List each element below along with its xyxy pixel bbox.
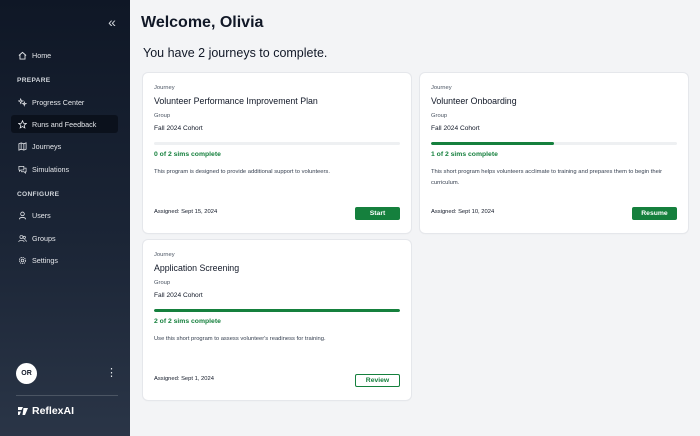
group-name: Fall 2024 Cohort <box>431 125 480 132</box>
sidebar-item-home[interactable]: Home <box>11 46 118 64</box>
group-label: Group <box>154 280 171 286</box>
sidebar-item-label: Progress Center <box>32 97 85 107</box>
group-label: Group <box>154 113 171 119</box>
start-button[interactable]: Start <box>355 207 400 220</box>
star-icon <box>17 119 27 129</box>
journey-description: Use this short program to assess volunte… <box>154 336 326 342</box>
progress-bar <box>154 142 400 145</box>
journey-card: Journey Application Screening Group Fall… <box>143 240 411 400</box>
group-name: Fall 2024 Cohort <box>154 125 203 132</box>
reflexai-logo: ReflexAI <box>17 405 74 417</box>
sidebar: « Home PREPARE Progress Center Runs and … <box>0 0 130 436</box>
page-subtitle: You have 2 journeys to complete. <box>143 46 328 60</box>
collapse-sidebar-icon[interactable]: « <box>104 14 120 30</box>
page-title: Welcome, Olivia <box>141 14 264 31</box>
sidebar-item-journeys[interactable]: Journeys <box>11 137 118 155</box>
sidebar-item-users[interactable]: Users <box>11 206 118 224</box>
journey-type-label: Journey <box>431 85 452 91</box>
sidebar-item-progress-center[interactable]: Progress Center <box>11 93 118 111</box>
journey-title: Application Screening <box>154 263 240 273</box>
user-icon <box>17 210 27 220</box>
journey-title: Volunteer Onboarding <box>431 96 517 106</box>
gear-icon <box>17 255 27 265</box>
journey-description: This short program helps volunteers accl… <box>431 169 663 186</box>
avatar[interactable]: OR <box>16 363 37 384</box>
progress-bar <box>431 142 677 145</box>
progress-text: 0 of 2 sims complete <box>154 151 221 158</box>
home-icon <box>17 50 27 60</box>
assigned-date: Assigned: Sept 15, 2024 <box>154 209 218 215</box>
journey-type-label: Journey <box>154 252 175 258</box>
sidebar-item-label: Home <box>32 50 52 60</box>
logo-text: ReflexAI <box>32 405 75 417</box>
sidebar-item-label: Settings <box>32 255 58 265</box>
group-label: Group <box>431 113 448 119</box>
sidebar-item-groups[interactable]: Groups <box>11 229 118 247</box>
sidebar-item-label: Runs and Feedback <box>32 119 97 129</box>
reflexai-logo-icon <box>18 407 28 415</box>
sidebar-divider <box>16 395 118 396</box>
sidebar-item-runs-and-feedback[interactable]: Runs and Feedback <box>11 115 118 133</box>
journey-card: Journey Volunteer Performance Improvemen… <box>143 73 411 233</box>
journey-title: Volunteer Performance Improvement Plan <box>154 96 318 106</box>
progress-stars-icon <box>17 97 27 107</box>
progress-bar <box>154 309 400 312</box>
sidebar-item-label: Simulations <box>32 164 70 174</box>
sidebar-item-simulations[interactable]: Simulations <box>11 160 118 178</box>
resume-button[interactable]: Resume <box>632 207 677 220</box>
section-label-configure: CONFIGURE <box>17 191 60 198</box>
more-options-icon[interactable]: ⋮ <box>106 366 117 380</box>
journey-card: Journey Volunteer Onboarding Group Fall … <box>420 73 688 233</box>
sidebar-item-label: Groups <box>32 233 56 243</box>
chat-icon <box>17 164 27 174</box>
review-button[interactable]: Review <box>355 374 400 387</box>
sidebar-item-settings[interactable]: Settings <box>11 251 118 269</box>
sidebar-item-label: Users <box>32 210 51 220</box>
map-icon <box>17 141 27 151</box>
journey-description: This program is designed to provide addi… <box>154 169 330 175</box>
progress-text: 2 of 2 sims complete <box>154 318 221 325</box>
assigned-date: Assigned: Sept 1, 2024 <box>154 376 214 382</box>
group-name: Fall 2024 Cohort <box>154 292 203 299</box>
assigned-date: Assigned: Sept 10, 2024 <box>431 209 495 215</box>
sidebar-item-label: Journeys <box>32 141 62 151</box>
journey-type-label: Journey <box>154 85 175 91</box>
group-icon <box>17 233 27 243</box>
progress-text: 1 of 2 sims complete <box>431 151 498 158</box>
section-label-prepare: PREPARE <box>17 77 51 84</box>
